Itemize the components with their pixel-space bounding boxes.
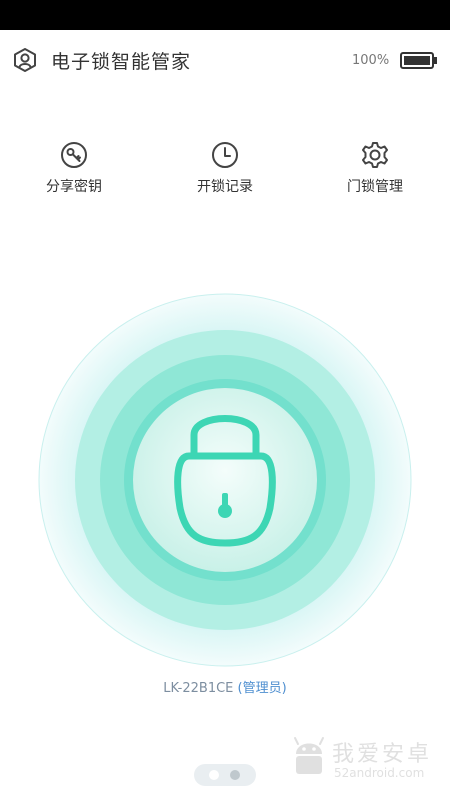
device-id: LK-22B1CE bbox=[163, 681, 234, 696]
android-logo-icon bbox=[294, 737, 324, 774]
app-header: 电子锁智能管家 100% bbox=[0, 30, 450, 90]
share-key-button[interactable]: 分享密钥 bbox=[24, 140, 124, 196]
device-info: LK-22B1CE (管理员) bbox=[0, 677, 450, 696]
unlock-records-label: 开锁记录 bbox=[197, 179, 253, 195]
page-title: 电子锁智能管家 bbox=[51, 51, 192, 73]
page-indicator[interactable] bbox=[194, 764, 256, 786]
battery-full-icon bbox=[400, 52, 437, 69]
device-role: (管理员) bbox=[237, 681, 287, 696]
watermark-text: 我爱安卓 bbox=[332, 742, 433, 767]
status-bar bbox=[0, 0, 450, 30]
lock-management-label: 门锁管理 bbox=[347, 179, 403, 195]
lock-rings bbox=[38, 293, 412, 667]
share-key-label: 分享密钥 bbox=[46, 179, 102, 195]
clock-icon bbox=[212, 142, 238, 168]
gear-icon bbox=[362, 142, 388, 168]
battery-percent: 100% bbox=[352, 53, 390, 68]
watermark-url: 52android.com bbox=[334, 766, 425, 780]
page-dot-1[interactable] bbox=[209, 770, 219, 780]
key-icon bbox=[61, 142, 87, 168]
lock-management-button[interactable]: 门锁管理 bbox=[325, 140, 425, 196]
page-dot-2[interactable] bbox=[230, 770, 240, 780]
watermark: 我爱安卓 52android.com bbox=[292, 728, 442, 788]
user-shield-icon[interactable] bbox=[12, 47, 38, 73]
unlock-button[interactable] bbox=[38, 293, 412, 667]
unlock-records-button[interactable]: 开锁记录 bbox=[175, 140, 275, 196]
